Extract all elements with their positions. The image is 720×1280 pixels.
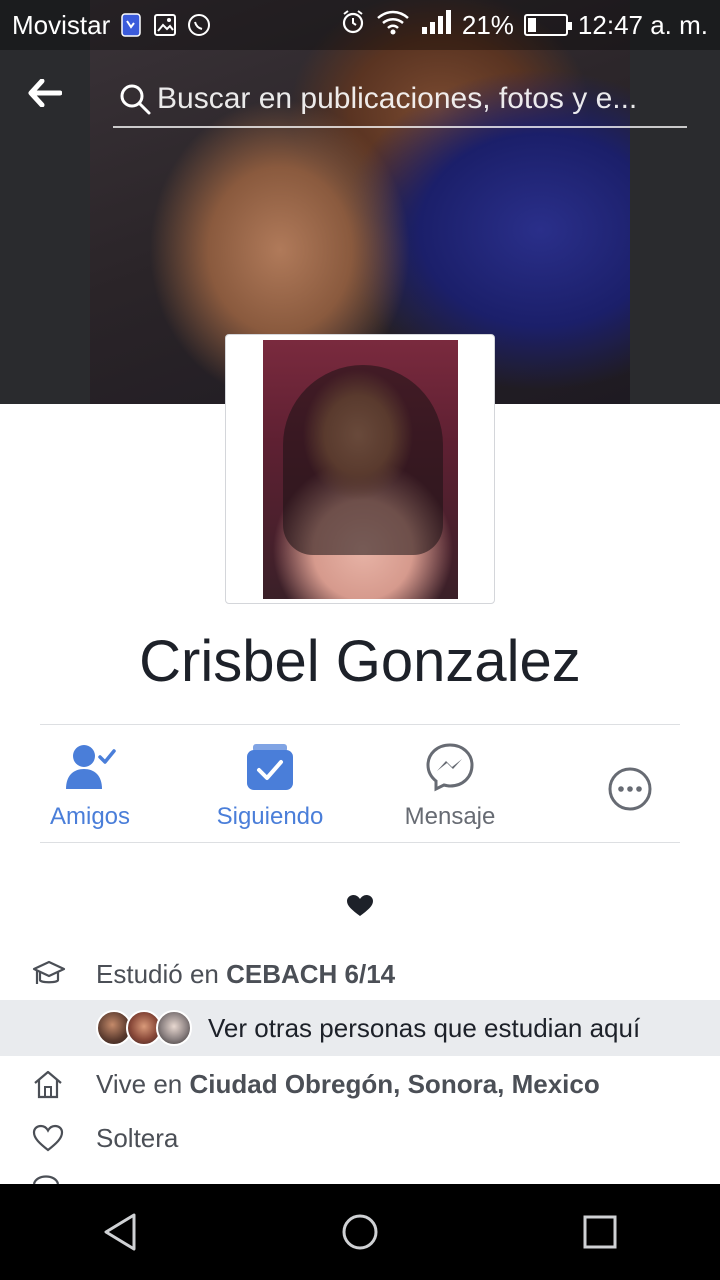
classmate-avatars — [96, 1010, 192, 1046]
status-right: 21% 12:47 a. m. — [340, 9, 708, 42]
following-check-icon — [242, 739, 298, 795]
education-prefix: Estudió en — [96, 958, 227, 989]
signal-icon — [420, 9, 452, 42]
see-classmates-label: Ver otras personas que estudian aquí — [208, 1012, 641, 1043]
status-bar: Movistar 21% 12:47 a. m. — [0, 0, 720, 50]
avatar — [156, 1010, 192, 1046]
profile-screen: Movistar 21% 12:47 a. m. Buscar en publi… — [0, 0, 720, 1280]
battery-icon — [523, 14, 572, 36]
triangle-back-icon — [104, 1213, 136, 1251]
nav-home-button[interactable] — [300, 1184, 420, 1280]
next-row-partial — [0, 1168, 720, 1184]
residence-place[interactable]: Ciudad Obregón, Sonora, Mexico — [189, 1069, 599, 1099]
system-nav-bar — [0, 1184, 720, 1280]
see-classmates-row[interactable]: Ver otras personas que estudian aquí — [0, 1000, 720, 1056]
search-header — [0, 50, 720, 136]
home-icon — [0, 1069, 96, 1099]
heart-outline-icon — [0, 1124, 96, 1152]
residence-row[interactable]: Vive en Ciudad Obregón, Sonora, Mexico — [0, 1056, 720, 1112]
graduation-cap-icon — [0, 959, 96, 989]
profile-name: Crisbel Gonzalez — [139, 629, 581, 694]
search-icon — [113, 82, 157, 116]
gallery-icon — [152, 12, 178, 38]
messenger-icon — [422, 739, 478, 795]
clock: 12:47 a. m. — [577, 9, 708, 40]
wifi-icon — [376, 9, 410, 42]
bio-heart-icon — [346, 894, 374, 918]
profile-photo-detail — [283, 365, 443, 555]
divider-bottom — [40, 842, 680, 843]
circle-home-icon — [342, 1214, 378, 1250]
relationship-row[interactable]: Soltera — [0, 1110, 720, 1166]
following-button[interactable]: Siguiendo — [180, 725, 360, 842]
profile-photo-image[interactable] — [263, 340, 458, 599]
residence-text: Vive en Ciudad Obregón, Sonora, Mexico — [96, 1069, 600, 1100]
education-row[interactable]: Estudió en CEBACH 6/14 — [0, 946, 720, 1002]
search-input[interactable] — [157, 82, 677, 116]
education-text: Estudió en CEBACH 6/14 — [96, 959, 395, 990]
profile-picture[interactable] — [225, 334, 495, 604]
nav-back-button[interactable] — [60, 1184, 180, 1280]
back-arrow-icon — [28, 79, 62, 107]
relationship-status: Soltera — [96, 1122, 179, 1153]
friends-button[interactable]: Amigos — [0, 725, 180, 842]
more-button[interactable] — [540, 725, 720, 842]
battery-percent: 21% — [461, 9, 514, 40]
residence-prefix: Vive en — [96, 1068, 190, 1099]
friends-label: Amigos — [49, 803, 131, 830]
back-button[interactable] — [0, 50, 90, 136]
profile-actions: Amigos Siguiendo Mensaje — [0, 725, 720, 842]
whatsapp-icon — [186, 12, 212, 38]
search-field[interactable] — [113, 72, 687, 128]
education-place[interactable]: CEBACH 6/14 — [226, 959, 395, 989]
message-label: Mensaje — [404, 803, 496, 830]
sim-card-icon — [118, 12, 144, 38]
square-recents-icon — [583, 1215, 617, 1249]
carrier-label: Movistar — [12, 9, 111, 40]
message-button[interactable]: Mensaje — [360, 725, 540, 842]
following-label: Siguiendo — [216, 803, 324, 830]
nav-recents-button[interactable] — [540, 1184, 660, 1280]
more-icon — [602, 761, 658, 817]
friends-check-icon — [62, 739, 118, 795]
alarm-icon — [340, 9, 366, 42]
